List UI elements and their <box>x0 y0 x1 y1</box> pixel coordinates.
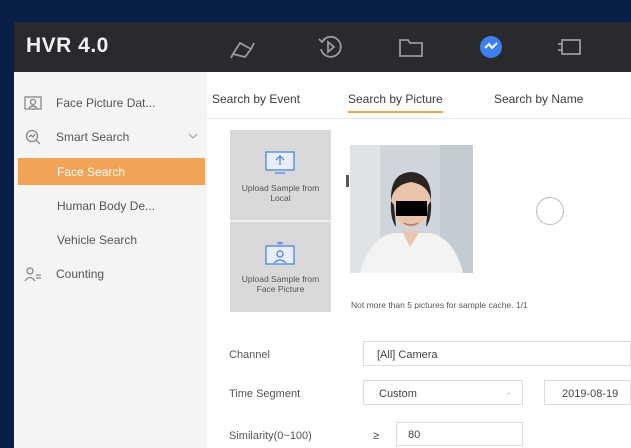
chevron-down-icon[interactable] <box>187 130 199 142</box>
selection-marker <box>346 175 349 187</box>
config-icon[interactable] <box>556 34 584 60</box>
sidebar-item-human-body-detection[interactable]: Human Body De... <box>14 192 207 219</box>
time-segment-label: Time Segment <box>229 388 301 400</box>
folder-icon[interactable] <box>397 34 425 60</box>
sidebar-item-label: Face Search <box>57 164 126 179</box>
face-picture-icon <box>22 95 44 111</box>
sidebar-item-label: Human Body De... <box>57 198 156 213</box>
camera-icon[interactable] <box>229 34 257 60</box>
channel-value: [All] Camera <box>377 349 438 361</box>
start-date-value: 2019-08-19 <box>562 388 619 400</box>
upload-local-label: Upload Sample from Local <box>241 183 320 203</box>
dropdown-caret-icon: - <box>507 388 510 398</box>
similarity-value: 80 <box>408 429 421 441</box>
counting-icon <box>22 266 44 282</box>
app-title: HVR 4.0 <box>26 34 109 57</box>
sidebar-item-vehicle-search[interactable]: Vehicle Search <box>14 226 207 253</box>
sidebar-item-counting[interactable]: Counting <box>14 260 207 287</box>
tab-search-by-event[interactable]: Search by Event <box>212 92 300 106</box>
sidebar-item-label: Counting <box>56 266 105 281</box>
sidebar-item-label: Smart Search <box>56 129 130 144</box>
similarity-operator: ≥ <box>373 430 380 442</box>
smart-search-icon <box>22 129 44 145</box>
sample-cache-note: Not more than 5 pictures for sample cach… <box>351 300 528 310</box>
sidebar-item-face-picture-database[interactable]: Face Picture Dat... <box>14 89 207 116</box>
sidebar-item-label: Vehicle Search <box>57 232 138 247</box>
upload-face-picture-button[interactable]: Upload Sample from Face Picture <box>230 222 331 312</box>
upload-face-picture-label: Upload Sample from Face Picture <box>241 274 320 294</box>
time-segment-value: Custom <box>379 388 417 400</box>
upload-face-picture-icon <box>263 240 297 268</box>
main-panel: Search by Event Search by Picture Search… <box>207 72 631 448</box>
sidebar-item-face-search[interactable]: Face Search <box>18 158 205 185</box>
search-tabs: Search by Event Search by Picture Search… <box>207 72 631 119</box>
sidebar-item-smart-search[interactable]: Smart Search <box>14 123 207 150</box>
upload-local-icon <box>263 150 297 176</box>
playback-icon[interactable] <box>316 34 344 60</box>
similarity-label: Similarity(0~100) <box>229 430 312 442</box>
channel-label: Channel <box>229 349 270 361</box>
top-bar: HVR 4.0 <box>14 22 631 72</box>
upload-panel: Upload Sample from Local Upload Sample f… <box>230 130 331 312</box>
empty-sample-slot[interactable] <box>536 197 564 225</box>
smart-search-icon[interactable] <box>477 34 505 60</box>
tab-search-by-name[interactable]: Search by Name <box>494 92 583 106</box>
sidebar-item-label: Face Picture Dat... <box>56 95 156 110</box>
upload-local-button[interactable]: Upload Sample from Local <box>230 130 331 220</box>
sample-face-picture[interactable] <box>350 145 473 273</box>
tab-search-by-picture[interactable]: Search by Picture <box>348 92 443 113</box>
sidebar: Face Picture Dat... Smart Search Face Se… <box>14 72 208 448</box>
